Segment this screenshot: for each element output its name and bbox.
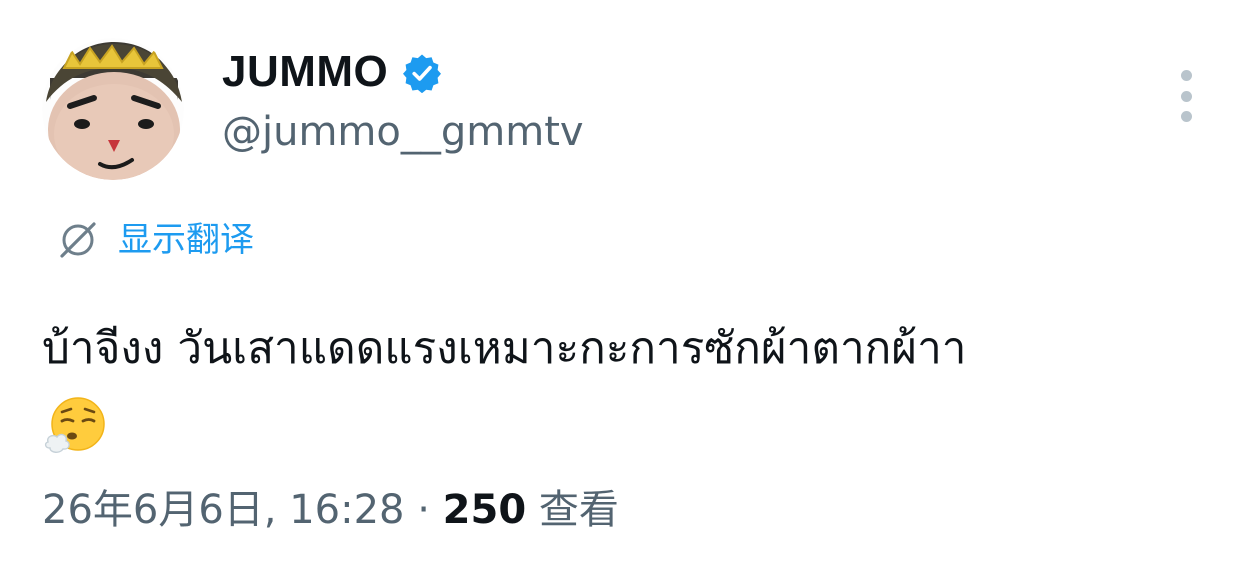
tweet-text: บ้าจีงง วันเสาแดดแรงเหมาะกะการซักผ้าตากผ… <box>42 323 967 374</box>
show-translation-label[interactable]: 显示翻译 <box>118 223 254 257</box>
more-options-button[interactable] <box>1168 70 1204 122</box>
more-dot-icon <box>1180 90 1192 102</box>
timestamp-link[interactable]: 26年6月6日, 16:28 <box>42 487 405 533</box>
more-dot-icon <box>1180 70 1192 81</box>
author-handle[interactable]: @jummo__gmmtv <box>222 112 584 152</box>
tweet-meta: 26年6月6日, 16:28 · 250 查看 <box>42 490 619 530</box>
mascot-avatar-image <box>42 38 184 180</box>
display-name[interactable]: JUMMO <box>222 50 388 94</box>
face-exhaling-emoji-icon <box>44 394 108 458</box>
author-name-row[interactable]: JUMMO <box>222 50 442 94</box>
more-dot-icon <box>1180 111 1192 122</box>
meta-separator: · <box>417 487 430 533</box>
show-translation-link[interactable]: 显示翻译 <box>56 218 254 262</box>
verified-badge-icon[interactable] <box>402 53 442 94</box>
avatar[interactable] <box>42 38 184 180</box>
tweet-card: JUMMO @jummo__gmmtv 显示翻译 บ้าจีงง วันเสาแ… <box>0 0 1256 578</box>
views-label: 查看 <box>538 487 619 533</box>
globe-slash-icon <box>56 218 100 262</box>
views-count: 250 <box>442 487 527 533</box>
